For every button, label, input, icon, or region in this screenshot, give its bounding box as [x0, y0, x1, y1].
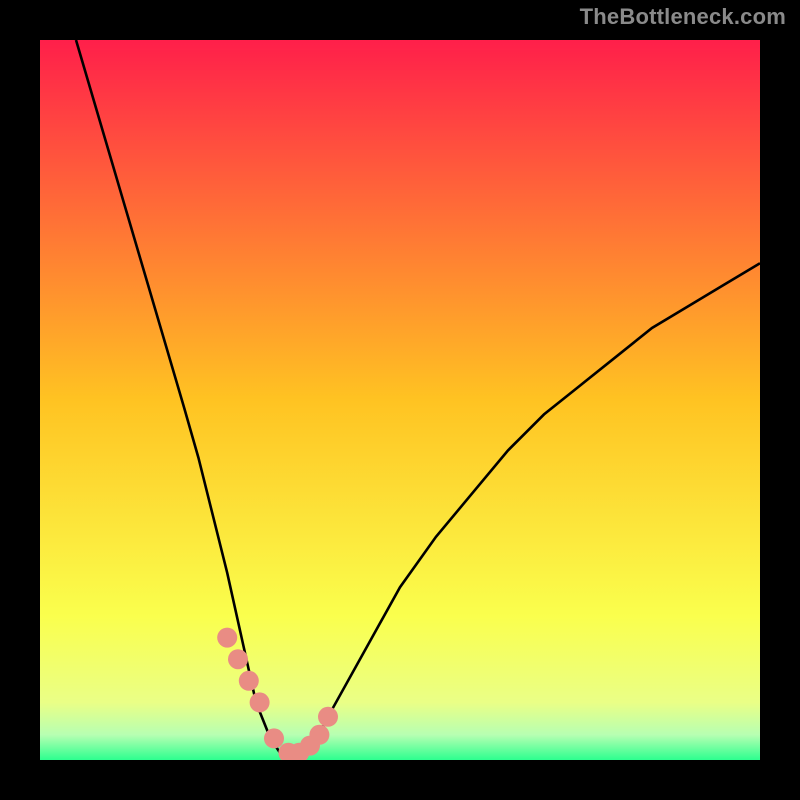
data-marker — [228, 649, 248, 669]
data-marker — [318, 707, 338, 727]
data-marker — [239, 671, 259, 691]
data-marker — [250, 692, 270, 712]
chart-container: TheBottleneck.com — [0, 0, 800, 800]
data-marker — [264, 728, 284, 748]
chart-svg — [40, 40, 760, 760]
plot-area — [40, 40, 760, 760]
data-marker — [217, 628, 237, 648]
watermark-text: TheBottleneck.com — [580, 4, 786, 30]
gradient-background — [40, 40, 760, 760]
data-marker — [309, 725, 329, 745]
